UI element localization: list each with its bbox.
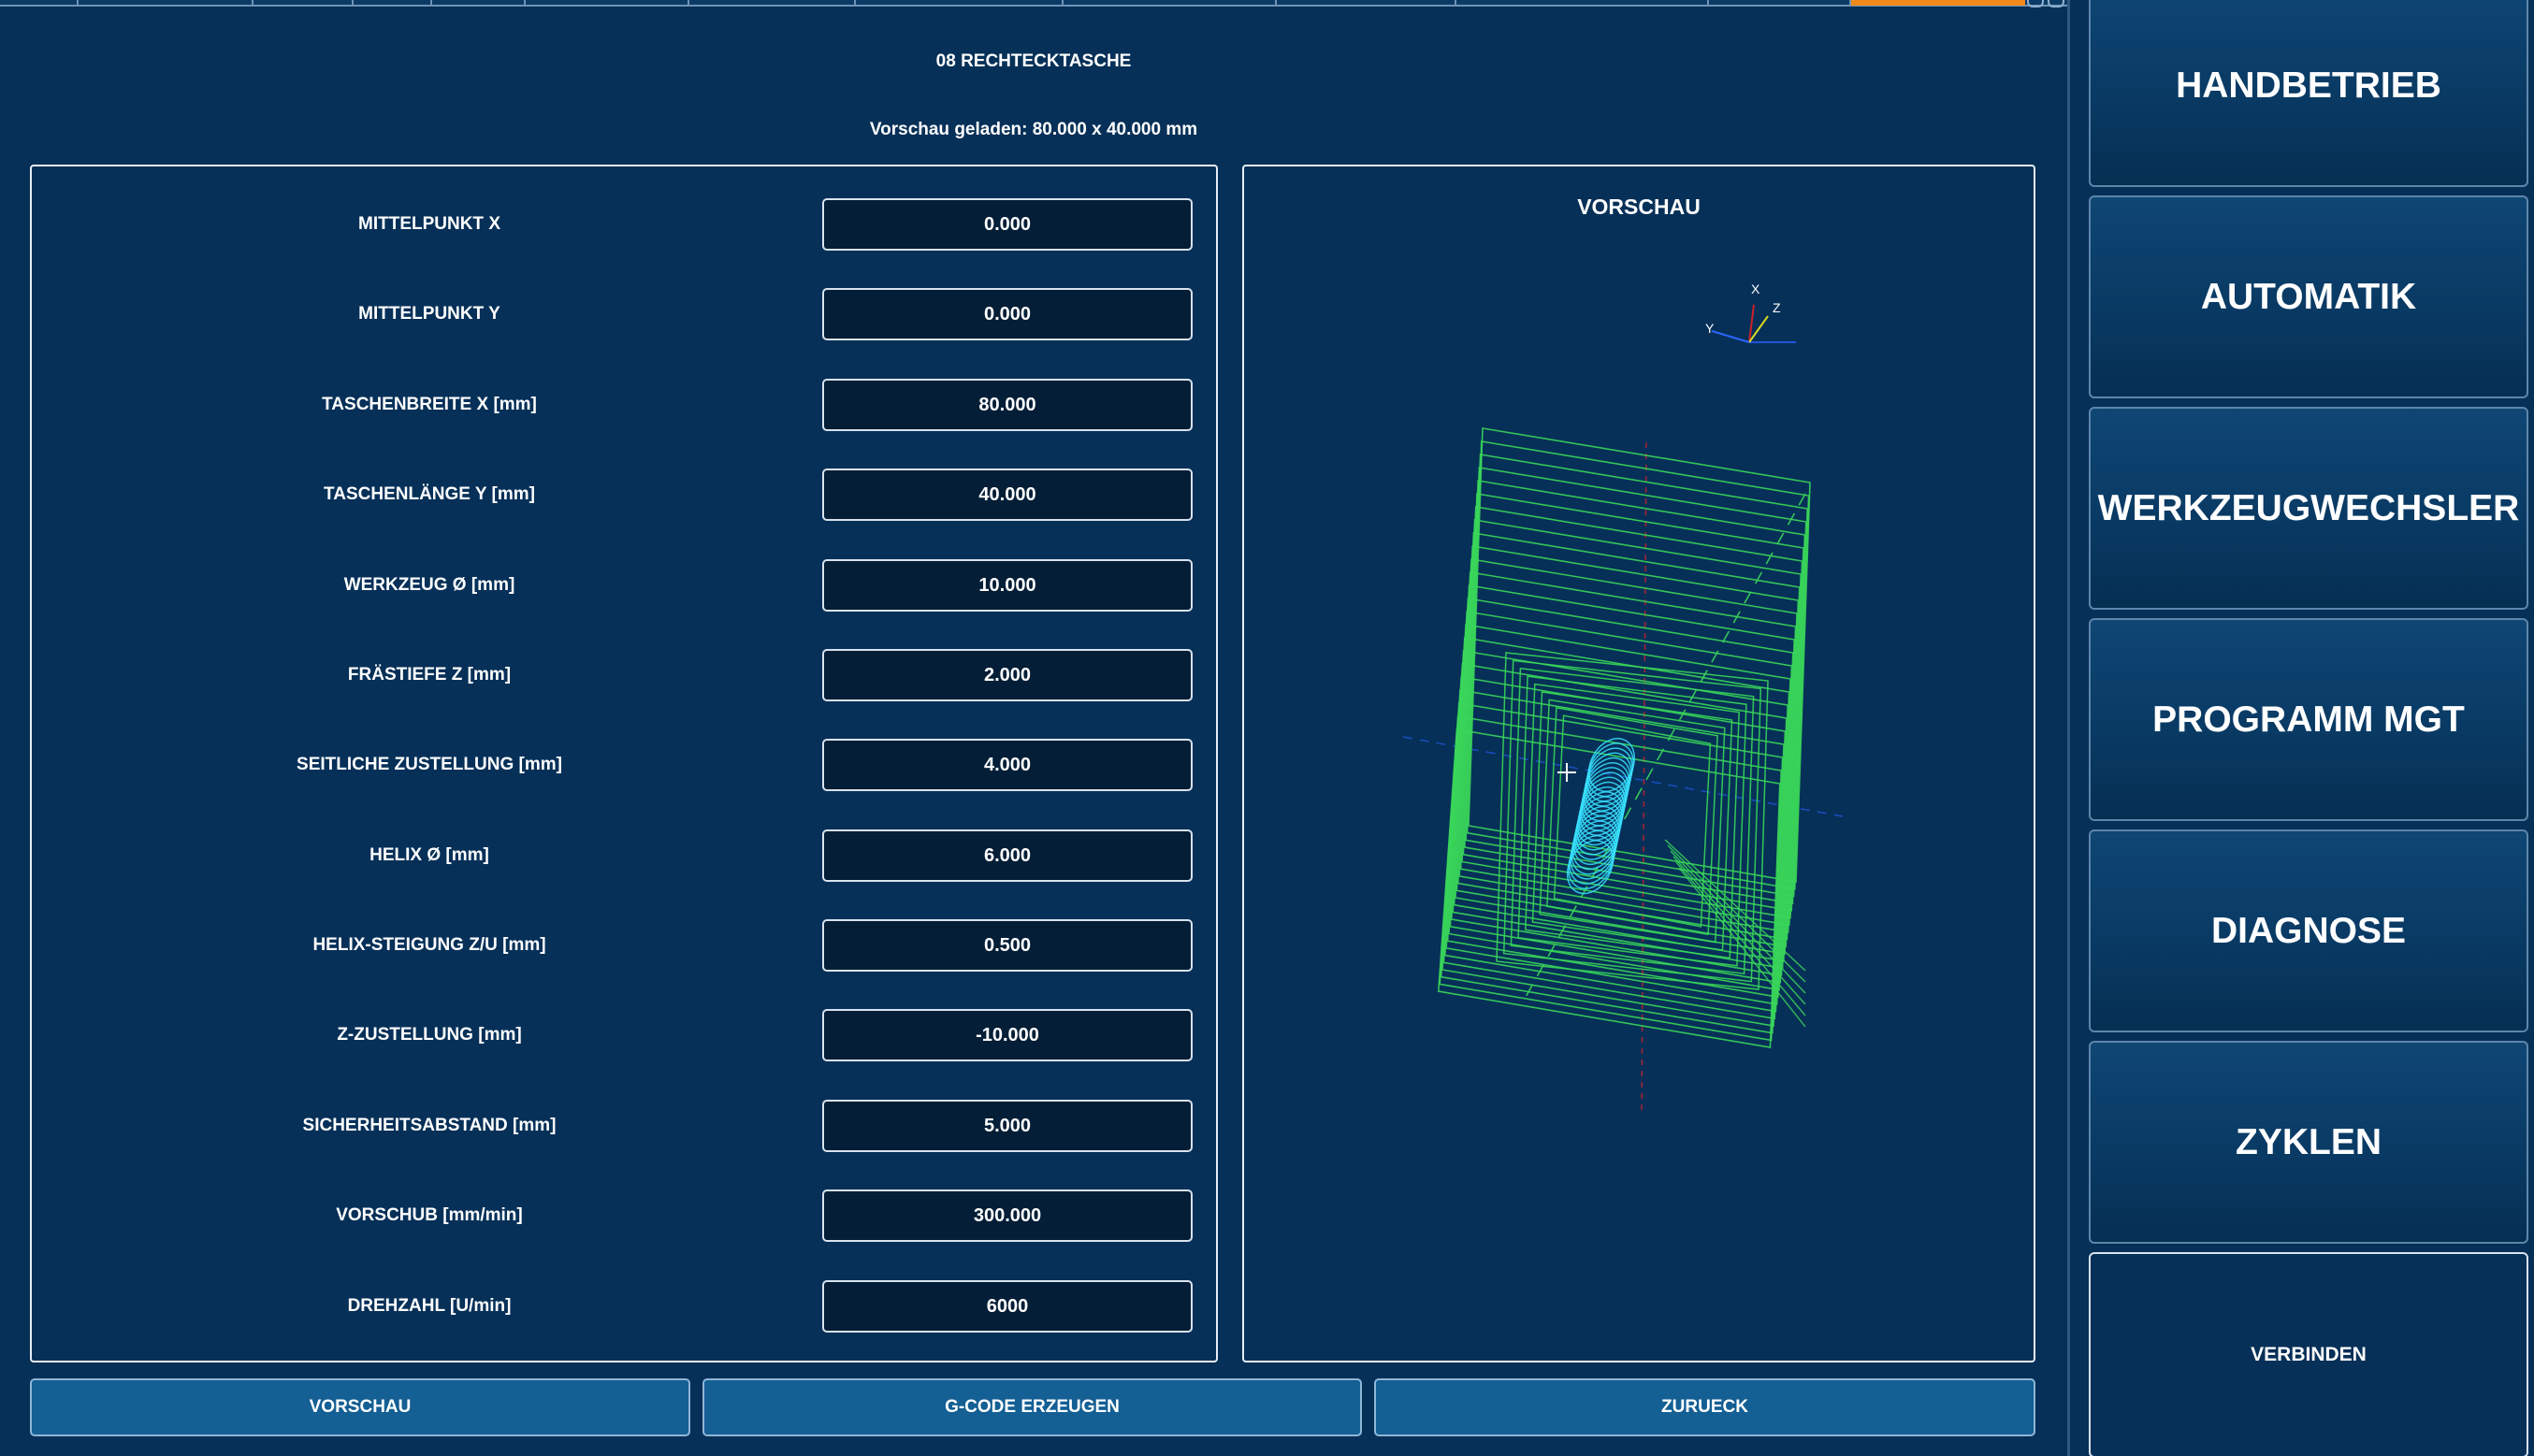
mittelpunkt-x-input[interactable] — [822, 198, 1193, 251]
param-row-z-zustellung: Z-ZUSTELLUNG [mm] — [32, 1009, 1216, 1061]
param-label: SEITLICHE ZUSTELLUNG [mm] — [297, 755, 562, 774]
param-label: FRÄSTIEFE Z [mm] — [347, 665, 512, 685]
page-title: 08 RECHTECKTASCHE — [935, 51, 1132, 71]
sidebar-item-handbetrieb[interactable]: HANDBETRIEB — [2089, 0, 2528, 187]
sidebar-item-werkzeugwechsler[interactable]: WERKZEUGWECHSLER — [2089, 407, 2528, 610]
tab-scroll-left-icon[interactable] — [2027, 0, 2044, 7]
param-label: MITTELPUNKT Y — [358, 304, 500, 324]
fraestiefe-z-input[interactable] — [822, 649, 1193, 701]
toolpath-preview-canvas[interactable]: X Y Z — [1244, 166, 2034, 1361]
param-label: HELIX-STEIGUNG Z/U [mm] — [312, 935, 546, 955]
taschenlaenge-y-input[interactable] — [822, 469, 1193, 521]
sidebar-item-programm-mgt[interactable]: PROGRAMM MGT — [2089, 618, 2528, 821]
tab[interactable] — [0, 0, 79, 6]
tab[interactable] — [689, 0, 856, 6]
tab[interactable] — [856, 0, 1064, 6]
tab[interactable] — [1064, 0, 1277, 6]
param-row-werkzeug-durchmesser: WERKZEUG Ø [mm] — [32, 559, 1216, 612]
tab-active[interactable] — [1851, 0, 2025, 6]
toolpath-inner-pass — [1502, 659, 1762, 983]
toolpath-pass — [1466, 440, 1810, 890]
param-row-mittelpunkt-x: MITTELPUNKT X — [32, 198, 1216, 251]
tab[interactable] — [432, 0, 526, 6]
status-message: Vorschau geladen: 80.000 x 40.000 mm — [869, 120, 1198, 139]
tab[interactable] — [79, 0, 253, 6]
sicherheitsabstand-input[interactable] — [822, 1100, 1193, 1152]
param-row-vorschub: VORSCHUB [mm/min] — [32, 1189, 1216, 1242]
param-row-taschenbreite-x: TASCHENBREITE X [mm] — [32, 379, 1216, 431]
generate-gcode-button[interactable]: G-CODE ERZEUGEN — [702, 1378, 1362, 1436]
param-label: Z-ZUSTELLUNG [mm] — [337, 1025, 522, 1045]
top-tab-strip — [0, 0, 2067, 7]
param-label: DREHZAHL [U/min] — [347, 1296, 512, 1316]
axis-label-y: Y — [1705, 321, 1715, 336]
helix-steigung-input[interactable] — [822, 919, 1193, 972]
axis-label-z: Z — [1773, 300, 1781, 315]
sidebar-divider — [2067, 0, 2070, 1456]
toolpath-pass — [1456, 532, 1801, 941]
back-button[interactable]: ZURUECK — [1374, 1378, 2035, 1436]
parameter-panel: MITTELPUNKT X MITTELPUNKT Y TASCHENBREIT… — [30, 165, 1218, 1362]
taschenbreite-x-input[interactable] — [822, 379, 1193, 431]
tab[interactable] — [354, 0, 432, 6]
param-label: TASCHENLÄNGE Y [mm] — [324, 484, 535, 504]
vorschub-input[interactable] — [822, 1189, 1193, 1242]
sidebar-item-diagnose[interactable]: DIAGNOSE — [2089, 829, 2528, 1032]
param-row-fraestiefe-z: FRÄSTIEFE Z [mm] — [32, 649, 1216, 701]
drehzahl-input[interactable] — [822, 1280, 1193, 1333]
param-row-drehzahl: DREHZAHL [U/min] — [32, 1280, 1216, 1333]
seitliche-zustellung-input[interactable] — [822, 739, 1193, 791]
z-zustellung-input[interactable] — [822, 1009, 1193, 1061]
param-label: TASCHENBREITE X [mm] — [322, 395, 537, 414]
toolpath-pass — [1468, 427, 1811, 883]
tab-scroll-right-icon[interactable] — [2048, 0, 2064, 7]
param-label: MITTELPUNKT X — [358, 214, 500, 234]
tab[interactable] — [253, 0, 354, 6]
tab[interactable] — [1709, 0, 1851, 6]
param-label: VORSCHUB [mm/min] — [336, 1205, 523, 1225]
param-label: WERKZEUG Ø [mm] — [343, 575, 515, 595]
param-row-helix-durchmesser: HELIX Ø [mm] — [32, 829, 1216, 882]
tab[interactable] — [526, 0, 689, 6]
param-row-seitliche-zustellung: SEITLICHE ZUSTELLUNG [mm] — [32, 739, 1216, 791]
sidebar-item-automatik[interactable]: AUTOMATIK — [2089, 195, 2528, 398]
preview-panel[interactable]: VORSCHAU X Y Z — [1242, 165, 2035, 1362]
toolpath-ramp — [1524, 493, 1806, 1000]
mittelpunkt-y-input[interactable] — [822, 288, 1193, 340]
param-label: SICHERHEITSABSTAND [mm] — [302, 1116, 557, 1135]
connect-button[interactable]: VERBINDEN — [2089, 1252, 2528, 1456]
sidebar-item-zyklen[interactable]: ZYKLEN — [2089, 1041, 2528, 1244]
helix-durchmesser-input[interactable] — [822, 829, 1193, 882]
toolpath-scene — [1402, 427, 1844, 1112]
param-row-sicherheitsabstand: SICHERHEITSABSTAND [mm] — [32, 1100, 1216, 1152]
param-row-helix-steigung: HELIX-STEIGUNG Z/U [mm] — [32, 919, 1216, 972]
param-row-taschenlaenge-y: TASCHENLÄNGE Y [mm] — [32, 469, 1216, 521]
axis-label-x: X — [1751, 281, 1760, 296]
tab[interactable] — [1456, 0, 1709, 6]
param-row-mittelpunkt-y: MITTELPUNKT Y — [32, 288, 1216, 340]
tab[interactable] — [1277, 0, 1456, 6]
axis-gizmo: X Y Z — [1705, 281, 1796, 343]
werkzeug-durchmesser-input[interactable] — [822, 559, 1193, 612]
preview-button[interactable]: VORSCHAU — [30, 1378, 690, 1436]
param-label: HELIX Ø [mm] — [369, 845, 489, 865]
